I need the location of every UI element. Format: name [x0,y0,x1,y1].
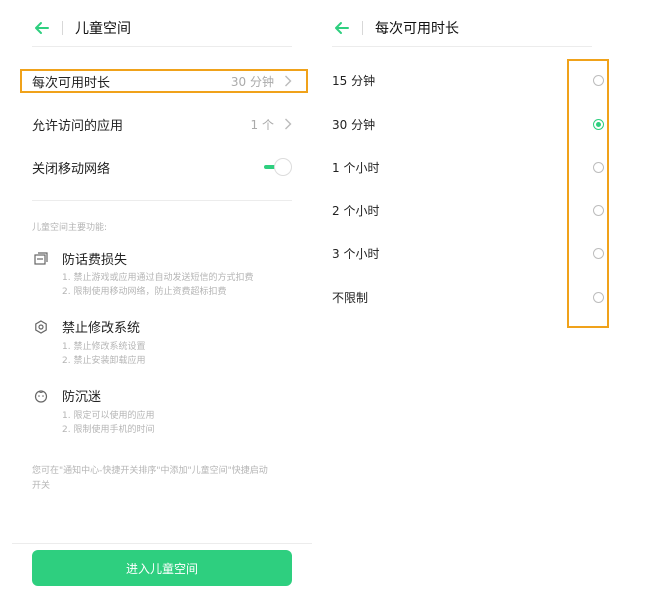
card-icon [34,252,48,265]
header-separator [62,21,63,35]
option-label: 1 个小时 [332,160,380,175]
option-label: 3 个小时 [332,246,380,261]
radio-button-selected[interactable] [593,118,604,130]
option-label: 2 个小时 [332,203,380,218]
option-row[interactable]: 15 分钟 [332,68,608,92]
feature-title: 防话费损失 [62,253,128,268]
duration-label: 每次可用时长 [32,75,111,91]
header-rule [332,46,592,47]
duration-setting-row[interactable]: 每次可用时长 30 分钟 [32,69,292,93]
option-label: 30 分钟 [332,117,376,132]
radio-button[interactable] [593,291,604,303]
page-title: 儿童空间 [75,21,131,37]
radio-button[interactable] [593,161,604,173]
mobile-network-toggle[interactable] [262,158,292,176]
option-row[interactable]: 3 个小时 [332,241,608,265]
allowed-apps-row[interactable]: 允许访问的应用 1 个 [32,112,292,136]
features-heading: 儿童空间主要功能: [32,223,108,233]
radio-button[interactable] [593,74,604,86]
feature-desc-line: 1. 禁止游戏或应用通过自动发送短信的方式扣费 [62,273,254,283]
back-arrow-icon[interactable] [332,18,352,38]
feature-title: 防沉迷 [62,390,102,405]
back-arrow-icon[interactable] [32,18,52,38]
mobile-network-row: 关闭移动网络 [32,155,292,179]
enter-child-space-button[interactable]: 进入儿童空间 [32,550,292,586]
chevron-right-icon [285,75,292,87]
page-title: 每次可用时长 [375,21,459,37]
allowed-apps-value: 1 个 [250,117,274,132]
duration-options-panel: 每次可用时长 15 分钟 30 分钟 1 个小时 2 个小时 3 个小时 不限制 [320,0,651,589]
right-header: 每次可用时长 [332,12,459,44]
option-row[interactable]: 不限制 [332,285,608,309]
child-face-icon [34,390,48,403]
option-row[interactable]: 30 分钟 [332,112,608,136]
feature-desc-line: 2. 禁止安装卸载应用 [62,356,146,366]
allowed-apps-label: 允许访问的应用 [32,118,124,134]
mobile-network-label: 关闭移动网络 [32,161,111,177]
radio-button[interactable] [593,204,604,216]
section-divider [32,200,292,201]
header-separator [362,21,363,35]
footer-note-line-1: 您可在"通知中心-快捷开关排序"中添加"儿童空间"快捷启动 [32,466,268,476]
feature-desc-line: 2. 限制使用移动网络，防止资费超标扣费 [62,287,227,297]
header-rule [32,46,292,47]
option-row[interactable]: 1 个小时 [332,155,608,179]
duration-value: 30 分钟 [230,74,274,89]
left-header: 儿童空间 [32,12,131,44]
radio-button[interactable] [593,247,604,259]
feature-desc-line: 2. 限制使用手机的时间 [62,425,155,435]
feature-desc-line: 1. 限定可以使用的应用 [62,411,155,421]
feature-title: 禁止修改系统 [62,321,141,336]
footer-note-line-2: 开关 [32,481,51,491]
child-space-settings-panel: 儿童空间 每次可用时长 30 分钟 允许访问的应用 1 个 关闭移动网络 儿童空… [0,0,315,589]
option-label: 不限制 [332,290,369,305]
feature-desc-line: 1. 禁止修改系统设置 [62,342,146,352]
option-label: 15 分钟 [332,73,376,88]
footer-rule [12,543,312,544]
option-row[interactable]: 2 个小时 [332,198,608,222]
chevron-right-icon [285,118,292,130]
settings-ring-icon [35,320,47,334]
